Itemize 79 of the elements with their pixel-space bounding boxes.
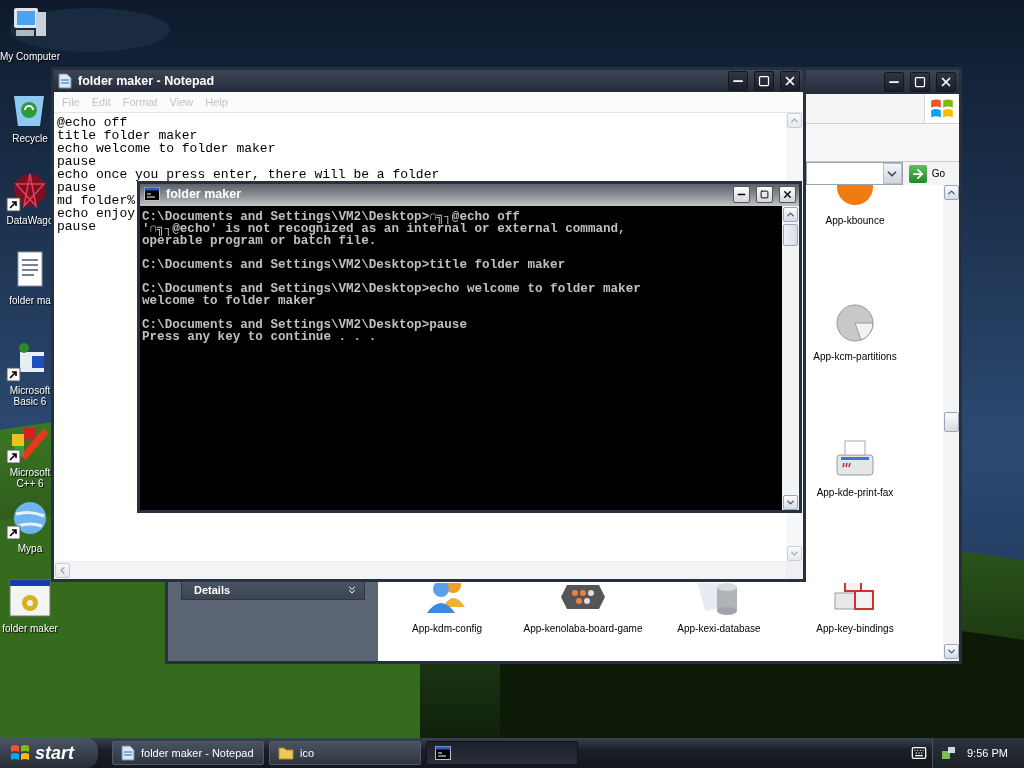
desktop-icon-label[interactable]: Recycle xyxy=(12,133,48,144)
text-line: pause xyxy=(57,220,96,233)
dropdown-button[interactable] xyxy=(882,163,902,184)
expand-icon[interactable] xyxy=(346,584,358,596)
maximize-button[interactable] xyxy=(754,71,774,91)
close-icon xyxy=(939,75,953,89)
text-line: @echo off xyxy=(57,116,128,129)
desktop-icon-label[interactable]: Microsoft Basic 6 xyxy=(9,385,51,407)
chevron-down-icon xyxy=(945,646,957,657)
taskbar-button[interactable]: ico xyxy=(269,741,421,765)
text-line: pause xyxy=(57,155,96,168)
clock[interactable]: 9:56 PM xyxy=(967,747,1008,759)
file-label[interactable]: App-kdm-config xyxy=(412,623,482,634)
desktop-icon-label[interactable]: folder ma xyxy=(9,295,51,306)
window-title: folder maker - Notepad xyxy=(78,74,216,88)
notepad-icon xyxy=(58,73,72,89)
window-title: folder maker xyxy=(166,187,243,201)
text-line: title folder maker xyxy=(57,129,198,142)
folder-icon xyxy=(278,746,294,760)
details-title: Details xyxy=(194,584,231,596)
scroll-thumb[interactable] xyxy=(943,412,959,432)
chevron-down-icon xyxy=(785,497,796,508)
notepad-icon xyxy=(121,745,135,761)
keyboard-icon[interactable] xyxy=(911,745,927,761)
desktop-icon-label[interactable]: folder maker xyxy=(2,623,58,634)
console-line: C:\Documents and Settings\VM2\Desktop>∩╗┐@echo off xyxy=(142,211,520,223)
console-line: Press any key to continue . . . xyxy=(142,331,377,343)
desktop-icon-label[interactable]: Mypa xyxy=(17,543,43,554)
minimize-button[interactable] xyxy=(733,185,750,203)
close-button[interactable] xyxy=(936,72,956,92)
desktop-icon-label[interactable]: Microsoft C++ 6 xyxy=(9,467,51,489)
start-button[interactable]: start xyxy=(0,738,98,768)
text-line: echo welcome to folder maker xyxy=(57,142,276,155)
file-label[interactable]: App-kexi-database xyxy=(677,623,761,634)
address-field[interactable] xyxy=(806,162,903,185)
file-label[interactable]: App-kenolaba-board-game xyxy=(523,623,643,634)
chevron-up-icon xyxy=(785,209,796,220)
console-icon xyxy=(435,746,451,760)
text-line: pause xyxy=(57,181,96,194)
desktop-icon-label[interactable]: My Computer xyxy=(0,51,60,62)
file-label[interactable]: App-kde-print-fax xyxy=(816,487,894,498)
console-line: welcome to folder maker xyxy=(142,295,316,307)
console-line: C:\Documents and Settings\VM2\Desktop>title folder maker xyxy=(142,259,566,271)
console-line: C:\Documents and Settings\VM2\Desktop>echo welcome to folder maker xyxy=(142,283,641,295)
maximize-icon xyxy=(760,189,769,199)
go-button[interactable]: Go xyxy=(906,163,947,184)
maximize-button[interactable] xyxy=(910,72,930,92)
minimize-button[interactable] xyxy=(728,71,748,91)
maximize-icon xyxy=(758,75,770,87)
desktop-icon-label[interactable]: DataWago xyxy=(6,215,54,226)
chevron-down-icon xyxy=(789,548,800,559)
console-line: C:\Documents and Settings\VM2\Desktop>pause xyxy=(142,319,467,331)
scrollbar[interactable] xyxy=(943,185,959,661)
scroll-thumb[interactable] xyxy=(783,224,798,246)
text-line: echo once you press enter, there will be a folder xyxy=(57,168,440,181)
file-label[interactable]: App-kcm-partitions xyxy=(813,351,897,362)
close-icon xyxy=(783,74,797,88)
details-header[interactable]: Details xyxy=(181,580,365,600)
text-line: echo enjoy xyxy=(57,207,135,220)
file-label[interactable]: App-key-bindings xyxy=(816,623,894,634)
console-line: operable program or batch file. xyxy=(142,235,377,247)
chevron-up-icon xyxy=(945,187,957,198)
windows-logo-icon xyxy=(10,743,30,763)
taskbar-button[interactable] xyxy=(426,741,578,765)
network-icon[interactable] xyxy=(941,745,957,761)
maximize-button[interactable] xyxy=(756,185,773,203)
close-icon xyxy=(782,188,793,200)
maximize-icon xyxy=(914,76,926,88)
taskbar-button[interactable]: folder maker - Notepad xyxy=(112,741,264,765)
minimize-button[interactable] xyxy=(884,72,904,92)
close-button[interactable] xyxy=(779,185,796,203)
console-line: '∩╗┐@echo' is not recognized as an internal or external command, xyxy=(142,223,626,235)
chevron-up-icon xyxy=(789,115,800,126)
console-icon xyxy=(144,187,160,201)
batch-icon[interactable] xyxy=(6,576,54,620)
close-button[interactable] xyxy=(780,71,800,91)
file-label[interactable]: App-kbounce xyxy=(825,215,885,226)
scrollbar[interactable] xyxy=(782,206,799,510)
text-line: md folder% xyxy=(57,194,135,207)
